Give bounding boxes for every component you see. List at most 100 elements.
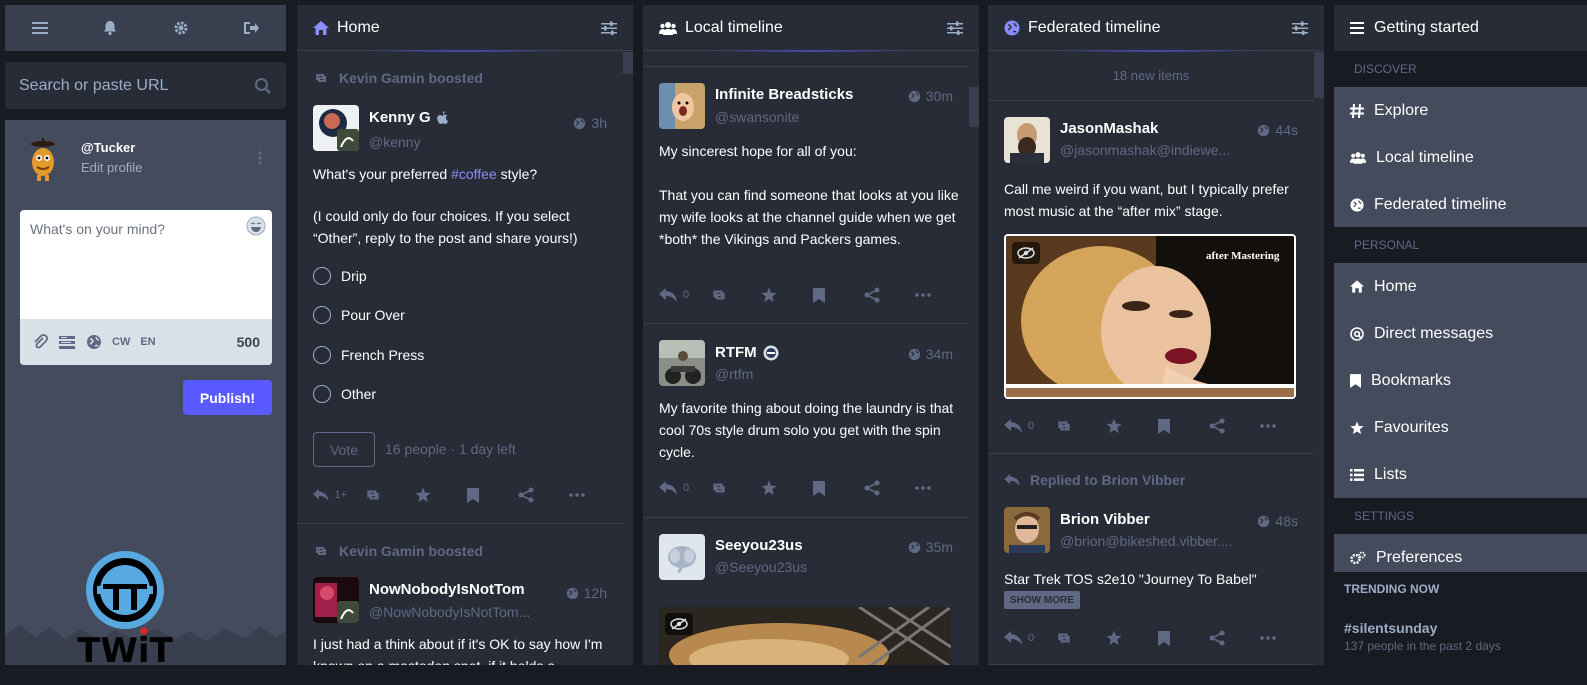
status-card[interactable]: JasonMashak @jasonmashak@indiewe... 44s … (988, 101, 1314, 454)
poll-option[interactable]: Other (313, 385, 376, 403)
reply-button[interactable]: 0 (1004, 631, 1038, 645)
column-settings-icon[interactable] (947, 21, 963, 35)
gear-icon[interactable] (161, 5, 201, 51)
reply-button[interactable]: 0 (659, 481, 693, 495)
account-handle[interactable]: @swansonite (715, 109, 799, 125)
avatar[interactable] (313, 105, 359, 151)
search-icon[interactable] (254, 77, 272, 95)
menu-icon[interactable] (20, 5, 60, 51)
status-time[interactable]: 44s (1257, 122, 1298, 138)
reply-button[interactable]: 1+ (313, 488, 347, 502)
boost-button[interactable] (1055, 631, 1089, 645)
account-handle[interactable]: @rtfm (715, 366, 753, 382)
scrollbar[interactable] (623, 52, 633, 74)
reply-button[interactable]: 0 (659, 288, 693, 302)
bookmark-button[interactable] (812, 480, 847, 496)
hashtag-link[interactable]: #coffee (451, 166, 497, 182)
status-time[interactable]: 35m (908, 539, 953, 555)
status-card[interactable]: Infinite Breadsticks @swansonite 30m My … (643, 67, 969, 324)
avatar[interactable] (1004, 117, 1050, 163)
scrollbar[interactable] (1314, 52, 1324, 98)
nav-local-timeline[interactable]: Local timeline (1334, 134, 1587, 181)
radio-button[interactable] (313, 346, 331, 364)
display-name[interactable]: Brion Vibber (1060, 511, 1150, 528)
nav-lists[interactable]: Lists (1334, 451, 1587, 498)
share-button[interactable] (864, 480, 898, 496)
account-handle[interactable]: @jasonmashak@indiewe... (1060, 142, 1230, 158)
home-column-header[interactable]: Home (297, 5, 633, 52)
logout-icon[interactable] (231, 5, 271, 51)
more-icon[interactable] (569, 493, 603, 497)
hide-media-icon[interactable] (665, 613, 693, 635)
reply-button[interactable]: 0 (1004, 419, 1038, 433)
federated-timeline-header[interactable]: Federated timeline (988, 5, 1324, 52)
radio-button[interactable] (313, 267, 331, 285)
poll-option[interactable]: Pour Over (313, 306, 405, 324)
status-card[interactable]: RTFM @rtfm 34m My favorite thing about d… (643, 325, 969, 518)
bookmark-button[interactable] (466, 487, 501, 503)
edit-profile-link[interactable]: Edit profile (81, 160, 142, 175)
compose-textarea[interactable]: What's on your mind? (30, 221, 165, 237)
display-name[interactable]: JasonMashak (1060, 120, 1158, 137)
status-time[interactable]: 3h (573, 115, 607, 131)
trending-hashtag[interactable]: #silentsunday (1344, 620, 1437, 636)
show-more-button[interactable]: SHOW MORE (1004, 591, 1080, 609)
avatar[interactable] (19, 134, 67, 182)
share-button[interactable] (1209, 418, 1243, 434)
account-menu-icon[interactable] (257, 150, 263, 166)
replied-to-label[interactable]: Replied to Brion Vibber (1030, 472, 1185, 488)
favourite-button[interactable] (1106, 630, 1140, 646)
search-input[interactable]: Search or paste URL (5, 62, 286, 109)
content-warning-button[interactable]: CW (112, 336, 130, 348)
language-button[interactable]: EN (140, 336, 155, 348)
more-icon[interactable] (915, 486, 949, 490)
account-handle[interactable]: @kenny (369, 134, 421, 150)
status-card[interactable]: Kevin Gamin boosted NowNobodyIsNotTom @N… (297, 525, 623, 665)
column-settings-icon[interactable] (601, 21, 617, 35)
boost-button[interactable] (710, 288, 744, 302)
poll-icon[interactable] (58, 334, 76, 350)
vote-button[interactable]: Vote (313, 432, 375, 467)
avatar[interactable] (659, 534, 705, 580)
nav-direct-messages[interactable]: Direct messages (1334, 310, 1587, 357)
column-settings-icon[interactable] (1292, 21, 1308, 35)
more-icon[interactable] (915, 293, 949, 297)
bell-icon[interactable] (90, 5, 130, 51)
account-handle[interactable]: @brion@bikeshed.vibber.... (1060, 533, 1232, 549)
account-handle[interactable]: @Tucker (81, 140, 142, 155)
status-time[interactable]: 48s (1257, 513, 1298, 529)
favourite-button[interactable] (761, 480, 795, 496)
boost-button[interactable] (1055, 419, 1089, 433)
status-card[interactable]: Seeyou23us @Seeyou23us 35m (643, 519, 969, 665)
status-time[interactable]: 30m (908, 88, 953, 104)
scrollbar[interactable] (969, 87, 979, 127)
bookmark-button[interactable] (1157, 630, 1192, 646)
more-icon[interactable] (1260, 636, 1294, 640)
getting-started-header[interactable]: Getting started (1334, 5, 1587, 51)
poll-option[interactable]: French Press (313, 346, 424, 364)
local-timeline-header[interactable]: Local timeline (643, 5, 979, 52)
avatar[interactable] (313, 577, 359, 623)
share-button[interactable] (1209, 630, 1243, 646)
radio-button[interactable] (313, 385, 331, 403)
share-button[interactable] (518, 487, 552, 503)
emoji-picker-icon[interactable] (246, 216, 266, 236)
display-name[interactable]: Seeyou23us (715, 537, 803, 554)
globe-icon[interactable] (86, 334, 102, 350)
avatar[interactable] (659, 340, 705, 386)
display-name[interactable]: Kenny G (369, 109, 449, 126)
favourite-button[interactable] (1106, 418, 1140, 434)
hide-media-icon[interactable] (1012, 242, 1040, 264)
avatar[interactable] (1004, 507, 1050, 553)
attach-icon[interactable] (32, 334, 48, 350)
display-name[interactable]: NowNobodyIsNotTom (369, 581, 525, 598)
status-card[interactable]: Replied to Brion Vibber Brion Vibber @br… (988, 455, 1314, 665)
display-name[interactable]: RTFM (715, 344, 779, 361)
favourite-button[interactable] (415, 487, 449, 503)
status-time[interactable]: 34m (908, 346, 953, 362)
avatar[interactable] (659, 83, 705, 129)
favourite-button[interactable] (761, 287, 795, 303)
share-button[interactable] (864, 287, 898, 303)
boosted-by-label[interactable]: Kevin Gamin boosted (339, 543, 483, 559)
media-attachment[interactable]: after Mastering (1004, 234, 1296, 399)
